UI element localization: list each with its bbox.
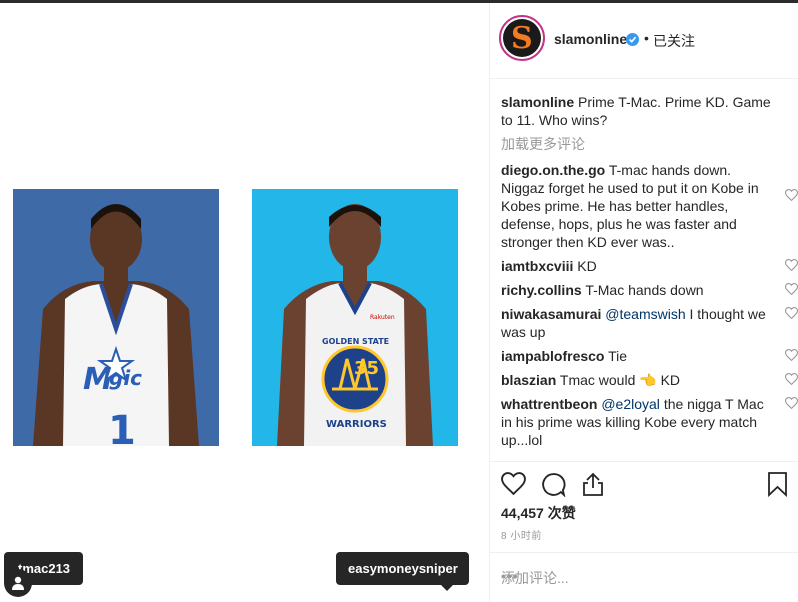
svg-text:35: 35 bbox=[354, 358, 379, 379]
list-item: iampablofresco Tie bbox=[501, 347, 798, 365]
user-tag-icon[interactable] bbox=[4, 569, 32, 597]
comment-username[interactable]: richy.collins bbox=[501, 282, 582, 298]
svg-text:Rakuten: Rakuten bbox=[370, 314, 395, 321]
list-item: blaszian Tmac would 👈 KD bbox=[501, 371, 798, 389]
heart-icon[interactable] bbox=[785, 307, 798, 319]
list-item: whattrentbeon @e2loyal the nigga T Mac i… bbox=[501, 395, 798, 449]
comment-mention[interactable]: @e2loyal bbox=[601, 396, 660, 412]
list-item: niwakasamurai @teamswish I thought we wa… bbox=[501, 305, 798, 341]
comment-username[interactable]: diego.on.the.go bbox=[501, 162, 605, 178]
user-tag-easymoneysniper[interactable]: easymoneysniper bbox=[336, 552, 469, 591]
svg-text:1: 1 bbox=[108, 408, 136, 446]
heart-icon[interactable] bbox=[785, 283, 798, 295]
caption-username[interactable]: slamonline bbox=[501, 94, 574, 110]
post-sidebar: S slamonline • 已关注 slamonline Prime T-Ma… bbox=[489, 3, 798, 602]
tmac-illustration: M gic 1 bbox=[13, 189, 219, 446]
comment-mention[interactable]: @teamswish bbox=[605, 306, 685, 322]
kd-photo[interactable]: 35 GOLDEN STATE WARRIORS Rakuten bbox=[252, 189, 458, 446]
heart-icon[interactable] bbox=[785, 373, 798, 385]
separator-dot: • bbox=[644, 30, 649, 46]
post-caption: slamonline Prime T-Mac. Prime KD. Game t… bbox=[501, 93, 776, 129]
comment-username[interactable]: niwakasamurai bbox=[501, 306, 601, 322]
comment-text: Tie bbox=[608, 348, 628, 364]
load-more-comments-link[interactable]: 加载更多评论 bbox=[501, 135, 776, 153]
author-username[interactable]: slamonline bbox=[554, 31, 627, 47]
like-count[interactable]: 44,457 次赞 bbox=[501, 503, 576, 523]
tag-pointer bbox=[441, 585, 453, 591]
svg-text:GOLDEN STATE: GOLDEN STATE bbox=[322, 337, 389, 346]
comment-username[interactable]: blaszian bbox=[501, 372, 556, 388]
list-item: iamtbxcviii KD bbox=[501, 257, 798, 275]
tag-label: easymoneysniper bbox=[348, 561, 458, 576]
tmac-photo[interactable]: M gic 1 bbox=[13, 189, 219, 446]
post-header: S slamonline • 已关注 bbox=[490, 3, 798, 79]
post-media[interactable]: M gic 1 35 GOLDEN STATE WARRIORS Rakuten… bbox=[0, 3, 488, 602]
comment-username[interactable]: iampablofresco bbox=[501, 348, 604, 364]
heart-icon[interactable] bbox=[501, 472, 526, 495]
kd-illustration: 35 GOLDEN STATE WARRIORS Rakuten bbox=[252, 189, 458, 446]
share-icon[interactable] bbox=[582, 472, 604, 497]
comment-text: Tmac would 👈 KD bbox=[559, 372, 681, 388]
comment-text: T-Mac hands down bbox=[585, 282, 704, 298]
comment-icon[interactable] bbox=[541, 472, 566, 497]
add-comment-area[interactable]: 添加评论... ••• bbox=[490, 552, 798, 602]
avatar[interactable]: S bbox=[499, 15, 545, 61]
following-button[interactable]: 已关注 bbox=[653, 31, 695, 51]
slam-logo-icon: S bbox=[503, 19, 541, 57]
comment-list: slamonline Prime T-Mac. Prime KD. Game t… bbox=[501, 93, 798, 455]
comment-username[interactable]: whattrentbeon bbox=[501, 396, 597, 412]
action-bar bbox=[490, 461, 798, 505]
comment-text: KD bbox=[577, 258, 597, 274]
post-timestamp: 8 小时前 bbox=[501, 531, 542, 542]
comment-username[interactable]: iamtbxcviii bbox=[501, 258, 573, 274]
list-item: diego.on.the.go T-mac hands down. Niggaz… bbox=[501, 161, 798, 251]
bookmark-icon[interactable] bbox=[768, 472, 787, 497]
verified-badge-icon bbox=[626, 33, 639, 46]
heart-icon[interactable] bbox=[785, 189, 798, 201]
heart-icon[interactable] bbox=[785, 259, 798, 271]
svg-text:WARRIORS: WARRIORS bbox=[326, 419, 387, 430]
more-options-button[interactable]: ••• bbox=[501, 568, 786, 584]
heart-icon[interactable] bbox=[785, 397, 798, 409]
heart-icon[interactable] bbox=[785, 349, 798, 361]
list-item: richy.collins T-Mac hands down bbox=[501, 281, 798, 299]
